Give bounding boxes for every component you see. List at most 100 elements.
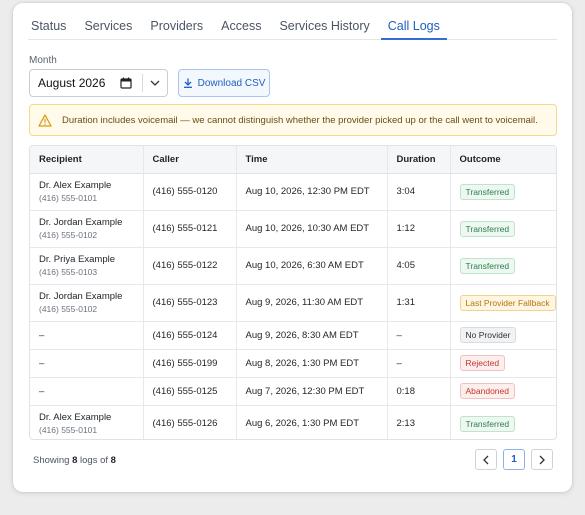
caller-cell: (416) 555-0124 [143, 321, 237, 350]
caller-cell: (416) 555-0123 [143, 284, 237, 322]
recipient-cell: Dr. Alex Example (416) 555-0101 [30, 405, 144, 439]
header-time: Time [236, 146, 388, 174]
table-row: Dr. Alex Example (416) 555-0101 (416) 555-… [30, 173, 556, 211]
duration-cell: 0:18 [387, 377, 451, 406]
results-total: 8 [110, 455, 116, 466]
download-icon [183, 78, 192, 88]
month-picker[interactable]: August 2026 [29, 69, 168, 97]
recipient-name: Dr. Alex Example [39, 412, 112, 424]
outcome-cell: No Provider [450, 321, 556, 350]
next-page-button[interactable] [531, 449, 553, 470]
tab-bar: Status Services Providers Access Service… [28, 3, 557, 40]
results-middle: logs of [80, 455, 109, 466]
duration-cell: 1:31 [387, 284, 451, 322]
recipient-name: Dr. Alex Example [39, 180, 112, 191]
time-cell: Aug 10, 2026, 10:30 AM EDT [236, 210, 388, 248]
outcome-cell: Rejected [450, 349, 556, 378]
recipient-name: Dr. Jordan Example [39, 217, 123, 228]
call-logs-card: Status Services Providers Access Service… [13, 3, 572, 492]
time-cell: Aug 10, 2026, 12:30 PM EDT [236, 173, 388, 211]
outcome-badge: Transferred [459, 183, 516, 200]
caller-cell: (416) 555-0122 [143, 247, 237, 285]
recipient-cell: Dr. Jordan Example (416) 555-0102 [30, 284, 144, 322]
caller-cell: (416) 555-0125 [143, 377, 237, 406]
chevron-left-icon [483, 455, 489, 464]
header-outcome: Outcome [450, 146, 556, 174]
tab-services[interactable]: Services [77, 3, 139, 40]
header-caller: Caller [143, 146, 237, 174]
chevron-down-icon[interactable] [143, 78, 167, 89]
calendar-icon[interactable] [120, 77, 132, 89]
outcome-cell: Last Provider Fallback [450, 284, 556, 322]
table-row: Dr. Alex Example (416) 555-0101 (416) 555-… [30, 405, 556, 439]
recipient-name: – [39, 385, 45, 397]
caller-cell: (416) 555-0121 [143, 210, 237, 248]
prev-page-button[interactable] [475, 449, 497, 470]
table-row: – (416) 555-0124 Aug 9, 2026, 8:30 AM EDT –… [30, 321, 556, 350]
call-logs-table: Recipient Caller Time Duration Outcome D… [29, 145, 557, 440]
table-row: Dr. Priya Example (416) 555-0103 (416) 555… [30, 247, 556, 285]
outcome-cell: Transferred [450, 247, 556, 285]
recipient-cell: – [30, 349, 144, 378]
duration-cell: 2:13 [387, 405, 451, 439]
outcome-cell: Transferred [450, 405, 556, 439]
duration-cell: 1:12 [387, 210, 451, 248]
outcome-badge: Transferred [459, 415, 516, 432]
recipient-name: Dr. Jordan Example [39, 291, 123, 302]
recipient-phone: (416) 555-0101 [39, 425, 98, 436]
duration-cell: 3:04 [387, 173, 451, 211]
table-row: Dr. Jordan Example (416) 555-0102 (416) 55… [30, 284, 556, 322]
month-label: Month [29, 55, 57, 66]
time-cell: Aug 9, 2026, 11:30 AM EDT [236, 284, 388, 322]
pagination: 1 [475, 449, 553, 470]
caller-cell: (416) 555-0199 [143, 349, 237, 378]
recipient-phone: (416) 555-0102 [39, 230, 98, 240]
month-value: August 2026 [38, 76, 106, 90]
recipient-cell: – [30, 377, 144, 406]
results-shown: 8 [72, 455, 78, 466]
outcome-badge: Transferred [459, 257, 516, 274]
page-button-current[interactable]: 1 [503, 449, 525, 470]
outcome-cell: Abandoned [450, 377, 556, 406]
time-cell: Aug 7, 2026, 12:30 PM EDT [236, 377, 388, 406]
tab-call-logs[interactable]: Call Logs [380, 3, 447, 40]
tab-services-history[interactable]: Services History [272, 3, 376, 40]
outcome-badge: Transferred [459, 220, 516, 237]
caller-cell: (416) 555-0120 [143, 173, 237, 211]
recipient-cell: – [30, 321, 144, 350]
header-duration: Duration [387, 146, 451, 174]
table-row: – (416) 555-0125 Aug 7, 2026, 12:30 PM EDT… [30, 377, 556, 406]
download-csv-button[interactable]: Download CSV [178, 69, 270, 97]
recipient-name: – [39, 329, 45, 341]
voicemail-warning-alert: Duration includes voicemail — we cannot … [29, 104, 557, 136]
time-cell: Aug 6, 2026, 1:30 PM EDT [236, 405, 388, 439]
chevron-right-icon [539, 455, 545, 464]
outcome-badge: Last Provider Fallback [459, 294, 556, 311]
time-cell: Aug 10, 2026, 6:30 AM EDT [236, 247, 388, 285]
recipient-phone: (416) 555-0103 [39, 267, 98, 277]
recipient-cell: Dr. Alex Example (416) 555-0101 [30, 173, 144, 211]
results-prefix: Showing [33, 455, 70, 466]
outcome-badge: Rejected [459, 355, 506, 371]
time-cell: Aug 8, 2026, 1:30 PM EDT [236, 349, 388, 378]
warning-icon [38, 113, 52, 127]
time-cell: Aug 9, 2026, 8:30 AM EDT [236, 321, 388, 350]
recipient-name: – [39, 357, 45, 369]
tab-status[interactable]: Status [28, 3, 73, 40]
duration-cell: – [387, 321, 451, 350]
outcome-badge: No Provider [459, 327, 517, 343]
alert-text: Duration includes voicemail — we cannot … [62, 114, 538, 126]
header-recipient: Recipient [30, 146, 144, 174]
table-row: Dr. Jordan Example (416) 555-0102 (416) 55… [30, 210, 556, 248]
caller-cell: (416) 555-0126 [143, 405, 237, 439]
tab-access[interactable]: Access [214, 3, 268, 40]
recipient-phone: (416) 555-0102 [39, 304, 98, 314]
recipient-cell: Dr. Jordan Example (416) 555-0102 [30, 210, 144, 248]
tab-providers[interactable]: Providers [143, 3, 210, 40]
duration-cell: 4:05 [387, 247, 451, 285]
table-row: – (416) 555-0199 Aug 8, 2026, 1:30 PM EDT –… [30, 349, 556, 378]
outcome-badge: Abandoned [459, 383, 515, 399]
recipient-phone: (416) 555-0101 [39, 193, 98, 203]
duration-cell: – [387, 349, 451, 378]
results-count: Showing 8 logs of 8 [33, 455, 116, 466]
